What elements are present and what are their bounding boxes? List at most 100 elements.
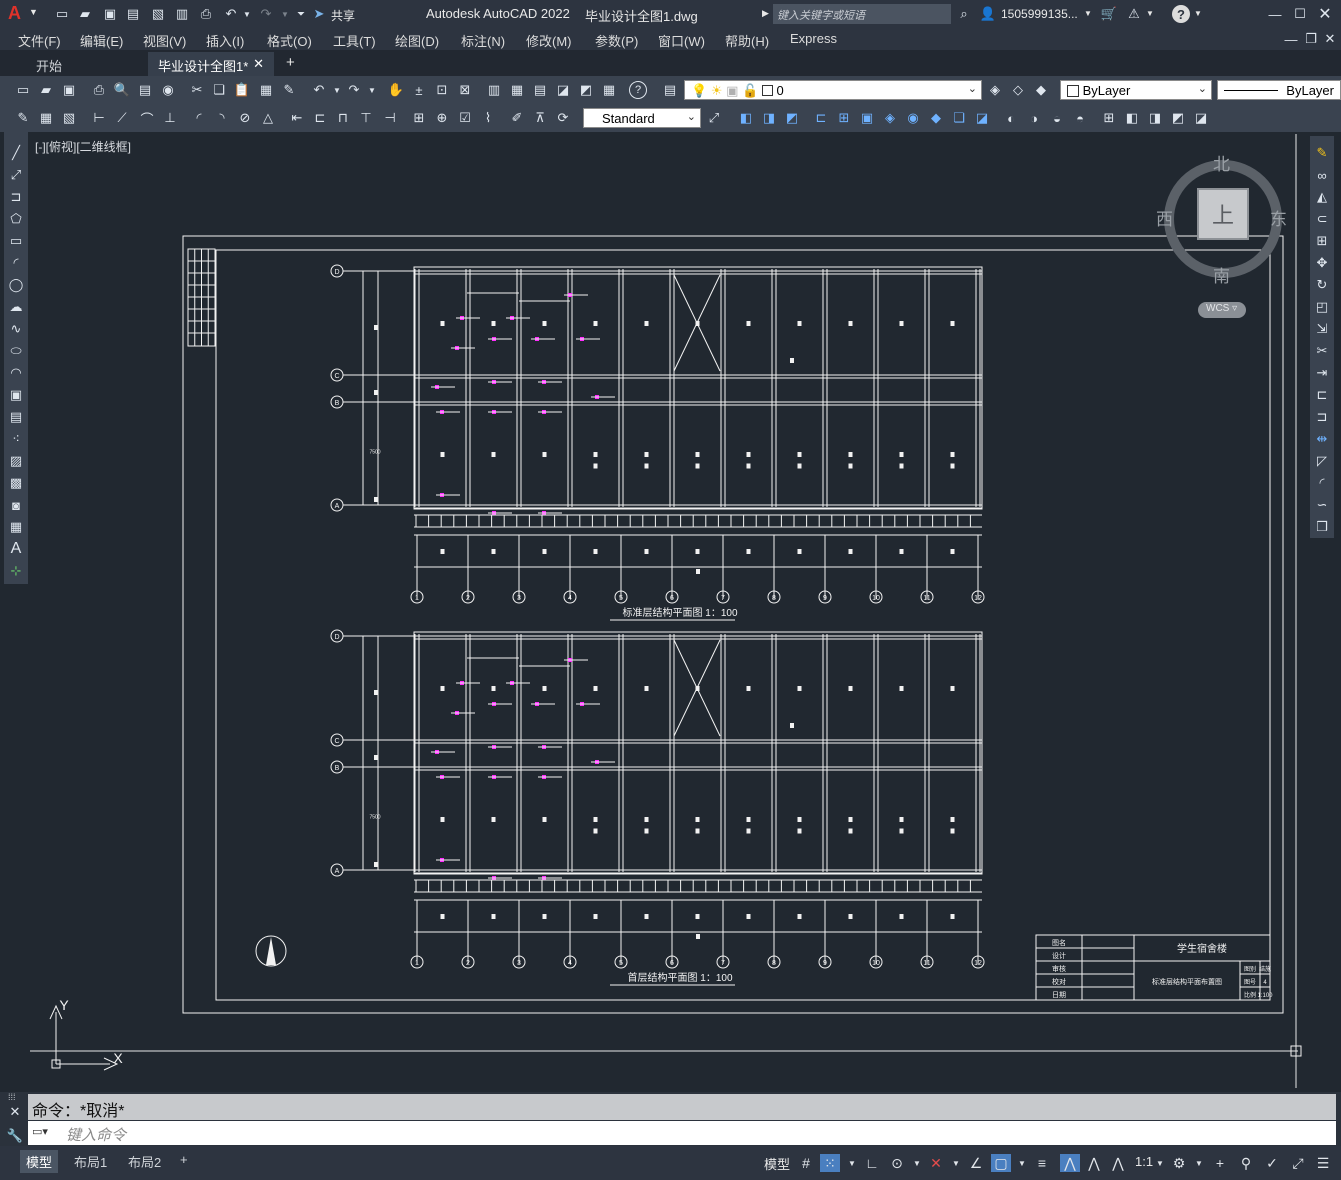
dimstyle-manager-icon[interactable]: ⤢	[705, 109, 723, 127]
preview-icon[interactable]: 🔍	[113, 81, 131, 99]
saveas-icon[interactable]: ▤	[124, 5, 142, 23]
ucs-icon-7[interactable]: ◈	[881, 109, 899, 127]
hatch-icon[interactable]: ▨	[7, 452, 25, 470]
rectangle-icon[interactable]: ▭	[7, 232, 25, 250]
offset-icon[interactable]: ⊂	[1313, 210, 1331, 228]
isodraft-caret-icon[interactable]: ▼	[946, 1154, 966, 1172]
circle-icon[interactable]: ◯	[7, 276, 25, 294]
ucs-icon-1[interactable]: ◧	[737, 109, 755, 127]
ucs-icon-2[interactable]: ◨	[760, 109, 778, 127]
markup-icon[interactable]: ◩	[577, 81, 595, 99]
make-current-layer-icon[interactable]: ◈	[986, 81, 1004, 99]
array-icon[interactable]: ⊞	[1313, 232, 1331, 250]
workspace-gear-icon[interactable]: ⚙	[1169, 1154, 1189, 1172]
tab-current-drawing[interactable]: 毕业设计全图1* ✕	[148, 52, 274, 76]
toolbar-redo-icon[interactable]: ↷	[345, 81, 363, 99]
save-file-icon[interactable]: ▣	[60, 81, 78, 99]
dim-arc-icon[interactable]: ⌒	[138, 109, 156, 127]
help-search-input[interactable]: 键入关键字或短语	[773, 4, 951, 24]
ucs-icon-6[interactable]: ▣	[858, 109, 876, 127]
drawing-canvas[interactable]: [-][俯视][二维线框] D C B A 7500 1 2 3 4 5 6 7 8 9 10 11 12 标准层…	[30, 134, 1306, 1088]
paste-icon[interactable]: 📋	[233, 81, 251, 99]
stretch-icon[interactable]: ⇲	[1313, 320, 1331, 338]
sheet-set-icon[interactable]: ◪	[554, 81, 572, 99]
viewcube[interactable]: 上 北 南 西 东	[1150, 148, 1300, 298]
point-icon[interactable]: ⁖	[7, 430, 25, 448]
ucs-icon-4[interactable]: ⊏	[812, 109, 830, 127]
cmd-customize-icon[interactable]: 🔧	[6, 1127, 24, 1145]
dim-edit-icon[interactable]: ✐	[508, 109, 526, 127]
ucs-icon-11[interactable]: ◪	[973, 109, 991, 127]
cart-icon[interactable]: 🛒	[1100, 5, 1118, 23]
toolbar-undo-caret-icon[interactable]: ▼	[328, 81, 346, 99]
add-layout-button[interactable]: +	[174, 1150, 194, 1169]
viewcube-east[interactable]: 东	[1270, 205, 1287, 230]
dim-ordinate-icon[interactable]: ⊥	[161, 109, 179, 127]
view-icon-8[interactable]: ◩	[1169, 109, 1187, 127]
help-icon[interactable]: ?	[1172, 5, 1190, 23]
matchprop-icon[interactable]: ▦	[257, 81, 275, 99]
layer-on-icon[interactable]: 💡	[691, 83, 707, 98]
menu-tools[interactable]: 工具(T)	[333, 31, 376, 50]
view-icon-7[interactable]: ◨	[1146, 109, 1164, 127]
erase-icon[interactable]: ✎	[1313, 144, 1331, 162]
insert-block-icon[interactable]: ▣	[7, 386, 25, 404]
layout-tab-1[interactable]: 布局1	[68, 1150, 113, 1173]
autocad-logo-icon[interactable]: A	[8, 3, 21, 24]
close-icon[interactable]: ✕	[1316, 5, 1334, 23]
user-icon[interactable]: 👤	[979, 5, 997, 23]
maximize-icon[interactable]: ☐	[1291, 5, 1309, 23]
wcs-menu[interactable]: WCS ▿	[1198, 302, 1246, 318]
search-expand-icon[interactable]: ▶	[762, 8, 769, 19]
crosshair-icon[interactable]: +	[1210, 1154, 1230, 1172]
ucs-icon-5[interactable]: ⊞	[835, 109, 853, 127]
dim-linear-icon[interactable]: ⊢	[90, 109, 108, 127]
dimstyle-dropdown[interactable]: Standard ⌄	[583, 108, 701, 128]
menu-help[interactable]: 帮助(H)	[725, 31, 769, 50]
block-editor-icon[interactable]: ✎	[280, 81, 298, 99]
blend-curves-icon[interactable]: ∽	[1313, 496, 1331, 514]
add-selected-icon[interactable]: ⊹	[7, 562, 25, 580]
snap-caret-icon[interactable]: ▼	[842, 1154, 862, 1172]
redo-icon[interactable]: ↷	[257, 5, 275, 23]
properties-icon[interactable]: ▥	[485, 81, 503, 99]
menu-view[interactable]: 视图(V)	[143, 31, 186, 50]
polygon-icon[interactable]: ⬠	[7, 210, 25, 228]
view-icon-5[interactable]: ⊞	[1100, 109, 1118, 127]
tool-palettes-icon[interactable]: ▤	[531, 81, 549, 99]
line-icon[interactable]: ╱	[7, 144, 25, 162]
explode-icon[interactable]: ❒	[1313, 518, 1331, 536]
quick-dim-icon[interactable]: ⇤	[288, 109, 306, 127]
layer-lock-icon[interactable]: 🔓	[742, 83, 758, 98]
arc-icon[interactable]: ◜	[7, 254, 25, 272]
workspace-caret-icon[interactable]: ▼	[1189, 1154, 1209, 1172]
dim-diameter-icon[interactable]: ⊘	[236, 109, 254, 127]
view-icon-1[interactable]: ◐	[1002, 109, 1020, 127]
layout-tab-model[interactable]: 模型	[20, 1150, 59, 1173]
layer-properties-icon[interactable]: ▤	[661, 81, 679, 99]
menu-window[interactable]: 窗口(W)	[658, 31, 705, 50]
toolbar-undo-icon[interactable]: ↶	[310, 81, 328, 99]
polar-icon[interactable]: ⊙	[887, 1154, 907, 1172]
plot-file-icon[interactable]: ⎙	[90, 81, 108, 99]
edit-icon-2[interactable]: ▦	[37, 109, 55, 127]
linetype-dropdown[interactable]: ByLayer	[1217, 80, 1341, 100]
dim-baseline-icon[interactable]: ⊏	[311, 109, 329, 127]
annotation-visibility-icon[interactable]: ⋀	[1060, 1154, 1080, 1172]
toolbar-help-icon[interactable]: ?	[629, 81, 647, 99]
cmd-close-icon[interactable]: ✕	[6, 1103, 24, 1121]
trim-icon[interactable]: ✂	[1313, 342, 1331, 360]
edit-icon-3[interactable]: ▧	[60, 109, 78, 127]
snap-icon[interactable]: ⁙	[820, 1154, 840, 1172]
tab-start[interactable]: 开始	[26, 52, 146, 76]
revcloud-icon[interactable]: ☁	[7, 298, 25, 316]
dim-space-icon[interactable]: ⊤	[357, 109, 375, 127]
app-menu-caret-icon[interactable]: ▼	[29, 7, 38, 17]
ellipse-arc-icon[interactable]: ◠	[7, 364, 25, 382]
hardware-accel-icon[interactable]: ✓	[1262, 1154, 1282, 1172]
menu-draw[interactable]: 绘图(D)	[395, 31, 439, 50]
qnew-icon[interactable]: ▭	[14, 81, 32, 99]
user-caret-icon[interactable]: ▼	[1084, 9, 1092, 18]
new-tab-button[interactable]: +	[286, 54, 295, 71]
dim-angular-icon[interactable]: △	[259, 109, 277, 127]
